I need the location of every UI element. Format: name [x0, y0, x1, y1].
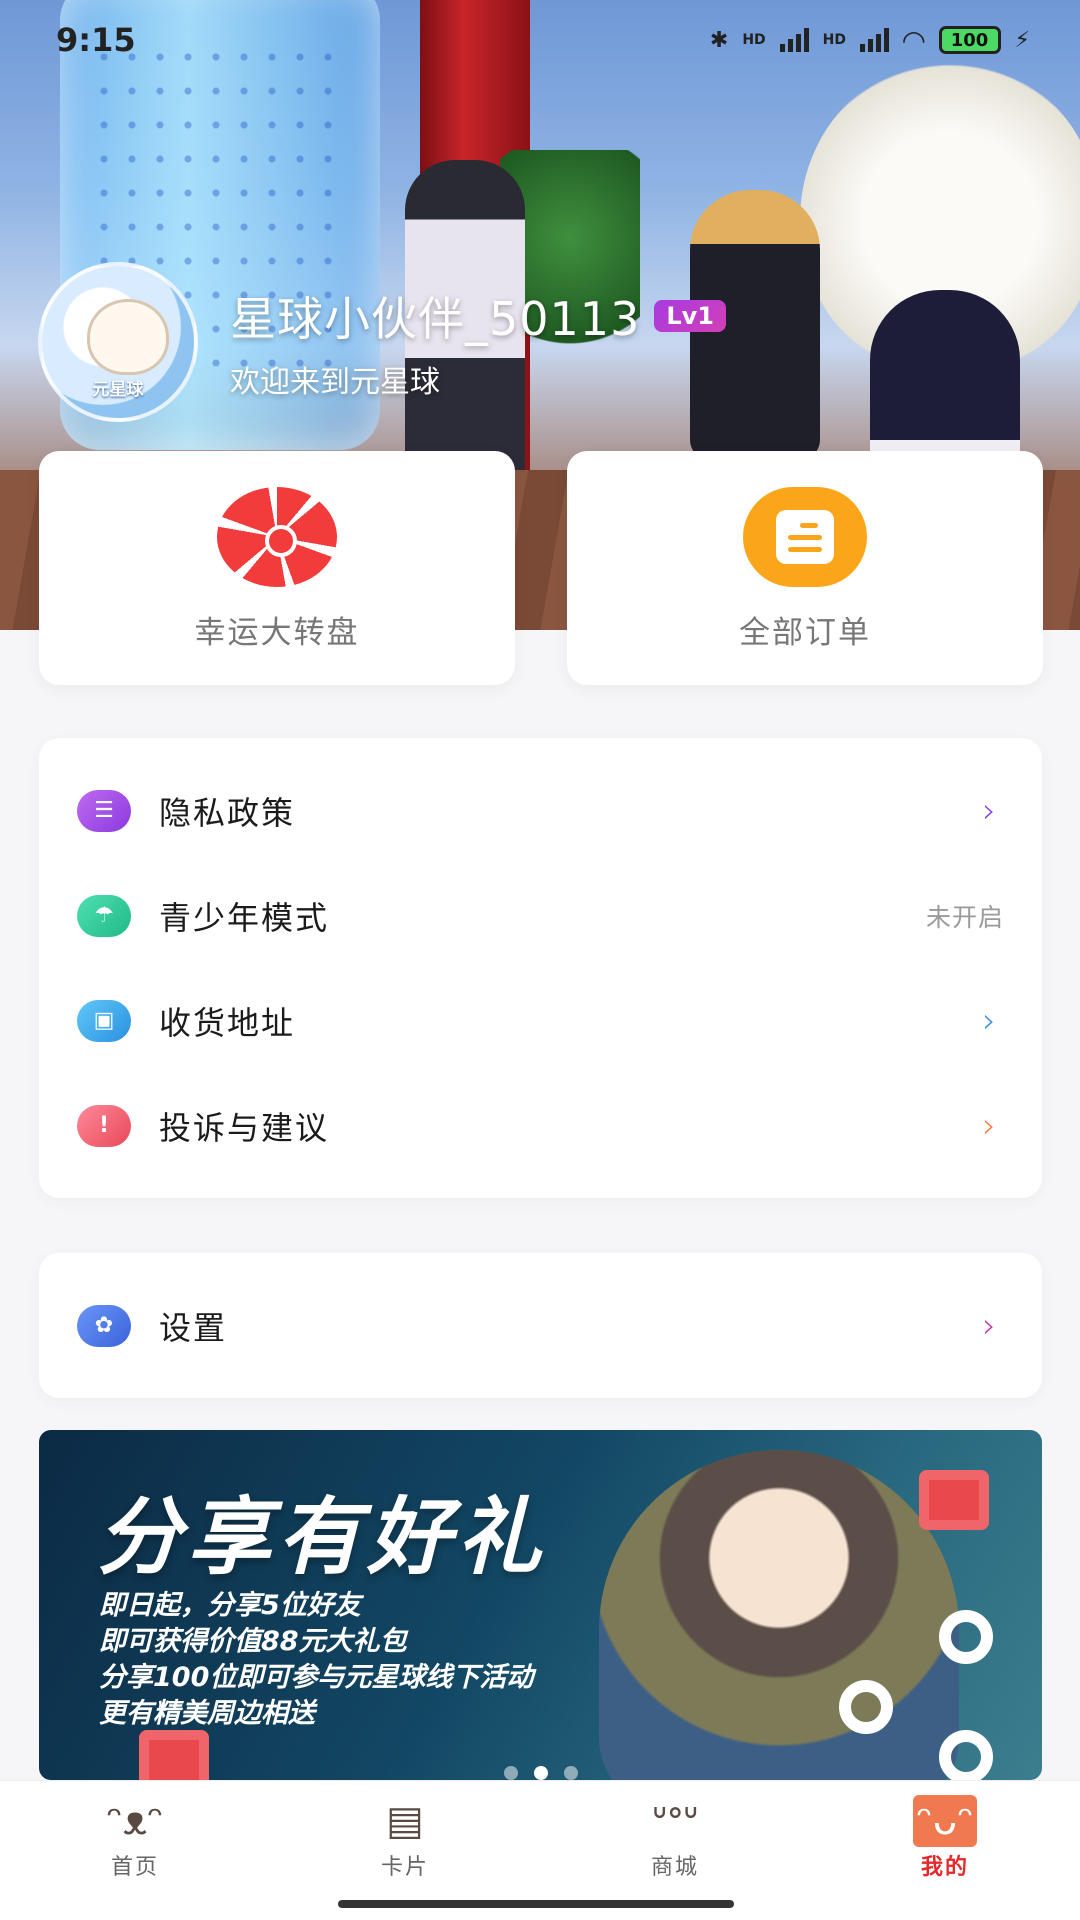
bottom-tab-bar: ᵔᴥᵔ 首页 ▤ 卡片 ᐡᐤᐡ 商城 ᵔᴗᵔ 我的: [0, 1780, 1080, 1920]
orders-icon: [743, 487, 867, 587]
menu-item-label: 隐私政策: [159, 793, 296, 832]
share-icon: [939, 1610, 993, 1664]
tab-home[interactable]: ᵔᴥᵔ 首页: [0, 1781, 270, 1920]
status-bar: 9:15 ✱ HD HD ◠ 100 ⚡: [0, 0, 1080, 80]
menu-item-settings[interactable]: ✿ 设置 ›: [39, 1273, 1042, 1378]
share-icon: [839, 1680, 893, 1734]
chevron-right-icon: ›: [982, 1000, 996, 1041]
menu-list: ☰ 隐私政策 › ☂ 青少年模式 未开启 ▣ 收货地址 › ! 投诉与建议 ›: [39, 738, 1042, 1198]
menu-item-teen-mode[interactable]: ☂ 青少年模式 未开启: [39, 863, 1042, 968]
profile-info: 星球小伙伴_50113 Lv1 欢迎来到元星球: [230, 283, 726, 401]
teen-mode-status: 未开启: [925, 902, 1004, 932]
wifi-icon: ◠: [903, 23, 925, 57]
privacy-icon: ☰: [77, 789, 131, 832]
username: 星球小伙伴_50113: [230, 292, 641, 346]
menu-item-feedback[interactable]: ! 投诉与建议 ›: [39, 1073, 1042, 1178]
charging-icon: ⚡: [1014, 27, 1030, 53]
shop-dog-icon: ᐡᐤᐡ: [651, 1798, 699, 1844]
level-badge: Lv1: [654, 300, 726, 332]
banner-line: 分享100位即可参与元星球线下活动: [99, 1662, 534, 1693]
carousel-dot[interactable]: [503, 1766, 518, 1780]
carousel-dot-active[interactable]: [533, 1766, 548, 1780]
welcome-text: 欢迎来到元星球: [230, 365, 440, 400]
banner-description: 即日起，分享5位好友 即可获得价值88元大礼包 分享100位即可参与元星球线下活…: [99, 1588, 533, 1732]
profile-header[interactable]: 元星球 星球小伙伴_50113 Lv1 欢迎来到元星球: [38, 262, 726, 422]
banner-line: 即可获得价值88元大礼包: [99, 1626, 407, 1657]
status-time: 9:15: [56, 21, 136, 59]
tab-label: 首页: [110, 1855, 159, 1880]
cards-icon: ▤: [386, 1798, 424, 1844]
avatar-logo-text: 元星球: [92, 380, 144, 400]
signal-icon: [779, 28, 809, 52]
lucky-wheel-card[interactable]: 幸运大转盘: [39, 451, 515, 685]
chevron-right-icon: ›: [982, 790, 996, 831]
signal-hd-label: HD: [742, 32, 766, 48]
menu-item-privacy-policy[interactable]: ☰ 隐私政策 ›: [39, 758, 1042, 863]
home-indicator[interactable]: [338, 1900, 734, 1908]
battery-icon: 100: [938, 26, 1001, 54]
carousel-dot[interactable]: [563, 1766, 578, 1780]
wheel-icon: [215, 487, 339, 587]
all-orders-card[interactable]: 全部订单: [567, 451, 1043, 685]
cat-mascot-icon: [90, 302, 166, 372]
chevron-right-icon: ›: [982, 1105, 996, 1146]
profile-bunny-icon: ᵔᴗᵔ: [913, 1795, 977, 1847]
menu-item-label: 投诉与建议: [159, 1108, 330, 1147]
tab-label: 卡片: [380, 1855, 429, 1880]
tab-label: 商城: [650, 1855, 699, 1880]
home-cat-icon: ᵔᴥᵔ: [106, 1798, 164, 1844]
share-promo-banner[interactable]: 分享有好礼 即日起，分享5位好友 即可获得价值88元大礼包 分享100位即可参与…: [39, 1430, 1042, 1780]
signal-hd-label-2: HD: [822, 32, 846, 48]
gear-icon: ✿: [77, 1304, 131, 1347]
lucky-wheel-label: 幸运大转盘: [194, 615, 360, 651]
banner-line: 更有精美周边相送: [99, 1698, 315, 1729]
menu-item-shipping-address[interactable]: ▣ 收货地址 ›: [39, 968, 1042, 1073]
menu-item-label: 收货地址: [159, 1003, 296, 1042]
settings-label: 设置: [159, 1308, 228, 1347]
tab-label: 我的: [920, 1855, 969, 1880]
menu-item-label: 青少年模式: [159, 898, 330, 937]
carousel-indicator: [39, 1766, 1042, 1780]
gift-icon: [919, 1470, 989, 1530]
all-orders-label: 全部订单: [739, 615, 871, 651]
umbrella-icon: ☂: [77, 894, 131, 937]
bluetooth-icon: ✱: [709, 27, 729, 53]
signal-icon-2: [860, 28, 889, 52]
chevron-right-icon: ›: [982, 1305, 996, 1346]
status-icons: ✱ HD HD ◠ 100 ⚡: [710, 24, 1030, 57]
banner-title: 分享有好礼: [97, 1488, 548, 1586]
avatar[interactable]: 元星球: [38, 262, 198, 422]
banner-character-art: [599, 1450, 959, 1780]
banner-line: 即日起，分享5位好友: [99, 1590, 361, 1621]
address-book-icon: ▣: [77, 999, 131, 1042]
tab-profile[interactable]: ᵔᴗᵔ 我的: [810, 1781, 1080, 1920]
warning-icon: !: [77, 1104, 131, 1147]
settings-card: ✿ 设置 ›: [39, 1253, 1042, 1398]
